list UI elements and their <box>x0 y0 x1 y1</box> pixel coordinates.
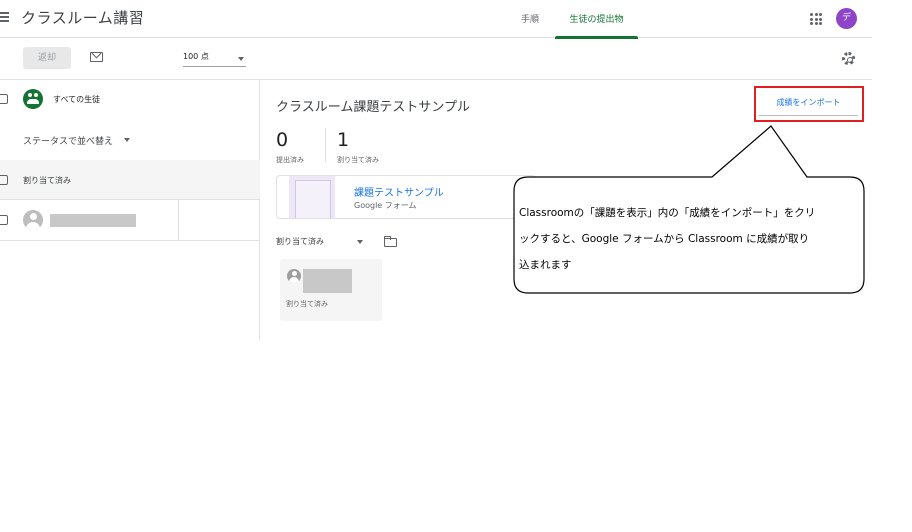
attachment-type: Google フォーム <box>354 201 417 210</box>
import-grades-highlight: 成績をインポート <box>754 86 864 122</box>
points-value: 100 点 <box>183 52 209 61</box>
callout-line-3: 込まれます <box>519 259 572 271</box>
form-attachment-card[interactable]: 課題テストサンプル Google フォーム <box>276 175 536 219</box>
tab-bar: 手順 生徒の提出物 <box>505 0 638 39</box>
chevron-down-icon[interactable] <box>357 240 363 244</box>
hamburger-menu-icon[interactable] <box>0 12 10 24</box>
callout-line-2: ックすると、Google フォームから Classroom に成績が取り <box>519 233 810 245</box>
all-students-row[interactable]: すべての生徒 <box>0 80 260 118</box>
folder-icon[interactable] <box>383 235 397 247</box>
assigned-group-header[interactable]: 割り当て済み <box>0 160 260 200</box>
grading-toolbar: 返却 100 点 <box>0 39 872 80</box>
google-apps-icon[interactable] <box>810 13 822 25</box>
turned-in-count: 0 <box>276 129 289 151</box>
points-select[interactable]: 100 点 <box>183 51 246 67</box>
attachment-title[interactable]: 課題テストサンプル <box>354 184 444 199</box>
chevron-down-icon[interactable] <box>124 138 130 142</box>
callout-line-1: Classroomの「課題を表示」内の「成績をインポート」をクリ <box>519 207 816 219</box>
class-title[interactable]: クラスルーム講習 <box>21 7 144 28</box>
assigned-group-label: 割り当て済み <box>23 176 71 185</box>
select-all-checkbox[interactable] <box>0 94 8 104</box>
status-filter-dropdown[interactable]: 割り当て済み <box>276 236 324 247</box>
student-checkbox[interactable] <box>0 215 8 225</box>
card-status: 割り当て済み <box>286 300 328 308</box>
top-app-bar: クラスルーム講習 手順 生徒の提出物 デ <box>0 0 872 39</box>
assigned-label: 割り当て済み <box>337 156 379 164</box>
turned-in-label: 提出済み <box>276 156 304 164</box>
student-avatar <box>23 210 43 230</box>
callout-text: Classroomの「課題を表示」内の「成績をインポート」をクリ ックすると、G… <box>519 200 859 278</box>
student-avatar <box>287 269 301 283</box>
return-button[interactable]: 返却 <box>23 47 71 69</box>
assignment-title: クラスルーム課題テストサンプル <box>276 100 470 115</box>
student-work-card[interactable]: 割り当て済み <box>280 259 382 321</box>
gear-icon[interactable] <box>842 52 855 65</box>
account-avatar[interactable]: デ <box>836 8 857 29</box>
import-grades-button[interactable]: 成績をインポート <box>759 91 858 116</box>
redacted-student-name <box>50 214 136 227</box>
form-thumbnail <box>289 176 335 218</box>
group-icon <box>23 89 43 109</box>
assigned-group-checkbox[interactable] <box>0 175 8 185</box>
stats-divider <box>325 128 326 162</box>
student-list-panel: すべての生徒 ステータスで並べ替え 割り当て済み <box>0 80 260 340</box>
assigned-count: 1 <box>337 129 350 151</box>
redacted-student-name <box>303 269 352 293</box>
sort-by-status-dropdown[interactable]: ステータスで並べ替え <box>23 134 113 147</box>
all-students-label: すべての生徒 <box>53 95 101 104</box>
tab-instructions[interactable]: 手順 <box>505 0 555 38</box>
student-row[interactable] <box>0 200 260 241</box>
dropdown-arrow-icon <box>238 57 244 61</box>
mail-icon[interactable] <box>90 52 103 62</box>
column-divider <box>178 200 179 241</box>
tab-student-work[interactable]: 生徒の提出物 <box>555 0 638 39</box>
